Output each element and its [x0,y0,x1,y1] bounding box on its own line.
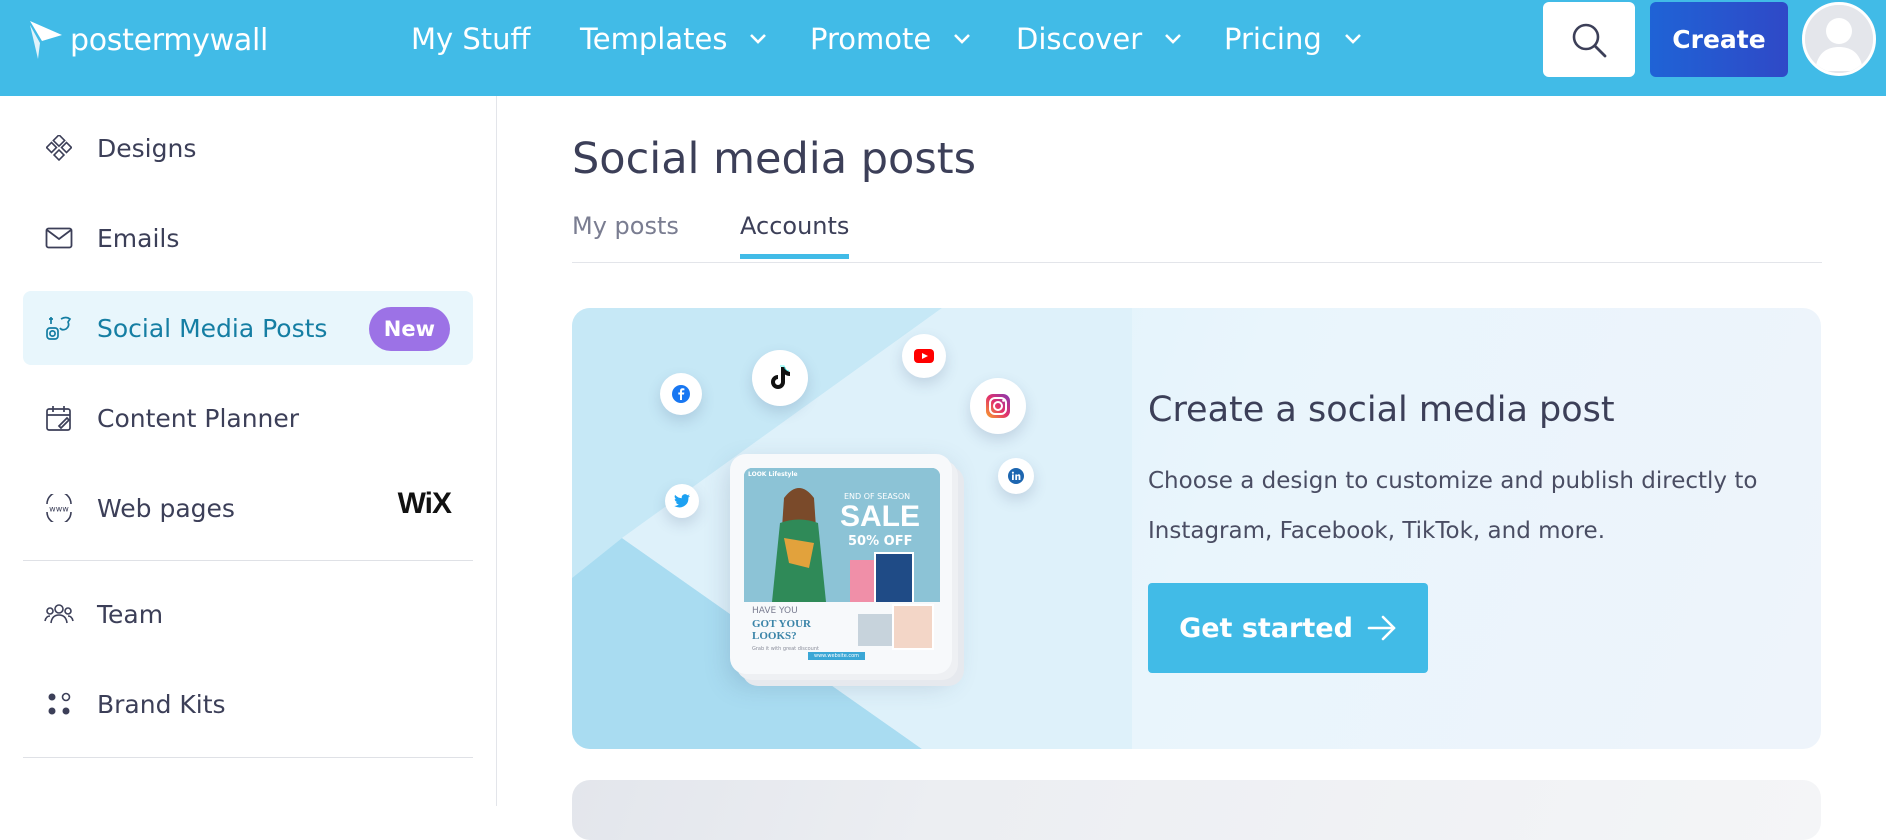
team-icon [44,599,74,629]
sidebar-item-emails[interactable]: Emails [23,201,473,275]
get-started-label: Get started [1179,612,1353,644]
sidebar: Designs Emails Social Media Posts New Co… [0,96,497,806]
www-icon: www [44,493,74,523]
facebook-icon [672,385,690,403]
nav-my-stuff[interactable]: My Stuff [411,0,531,78]
get-started-button[interactable]: Get started [1148,583,1428,673]
sidebar-item-content-planner[interactable]: Content Planner [23,381,473,455]
search-icon [1572,23,1607,57]
poster-url: www.website.com [808,652,866,660]
linkedin-bubble [998,458,1034,494]
linkedin-icon [1008,468,1024,484]
tab-accounts[interactable]: Accounts [740,212,850,259]
nav-templates[interactable]: Templates [580,0,767,78]
nav-templates-label: Templates [580,22,728,56]
poster-thumb [874,552,914,602]
instagram-icon [986,394,1010,418]
poster-thumb [892,604,934,650]
logo-text: postermywall [70,22,269,58]
chevron-down-icon [750,34,767,44]
sidebar-item-web-pages[interactable]: www Web pages WiX [23,471,473,545]
brand-kits-icon [44,689,74,719]
sidebar-item-designs[interactable]: Designs [23,111,473,185]
sidebar-item-social-media-posts[interactable]: Social Media Posts New [23,291,473,365]
nav-my-stuff-label: My Stuff [411,22,531,56]
poster-brand: LOOK Lifestyle [748,471,798,478]
poster-subhead-2: GOT YOUR LOOKS? [752,618,811,642]
sidebar-divider [23,560,473,561]
tiktok-icon [771,365,790,389]
create-post-hero: LOOK Lifestyle END OF SEASON SALE 50% OF… [572,308,1821,749]
search-button[interactable] [1543,2,1635,77]
twitter-bubble [665,484,699,518]
top-navbar: postermywall My Stuff Templates Promote … [0,0,1886,96]
sidebar-item-label: Content Planner [97,403,300,433]
sidebar-divider [23,757,473,758]
sidebar-item-label: Brand Kits [97,689,226,719]
wix-logo: WiX [397,487,452,520]
nav-promote-label: Promote [810,22,932,56]
sidebar-item-team[interactable]: Team [23,577,473,651]
calendar-icon [44,403,74,433]
sidebar-item-label: Social Media Posts [97,313,328,343]
facebook-bubble [660,373,702,415]
hero-description: Choose a design to customize and publish… [1148,468,1758,544]
sidebar-item-label: Designs [97,133,197,163]
chevron-down-icon [1165,34,1182,44]
tab-my-posts[interactable]: My posts [572,212,679,254]
poster-illustration: LOOK Lifestyle END OF SEASON SALE 50% OF… [730,454,952,674]
social-icon [44,313,74,343]
sidebar-item-label: Team [97,599,164,629]
nav-pricing-label: Pricing [1224,22,1322,56]
new-badge: New [368,307,450,351]
youtube-bubble [902,334,946,378]
nav-discover[interactable]: Discover [1016,0,1182,78]
sidebar-item-brand-kits[interactable]: Brand Kits [23,667,473,741]
svg-text:www: www [49,505,69,514]
poster-thumb [858,614,892,646]
arrow-right-icon [1367,615,1396,641]
postermywall-logo-icon [30,21,62,59]
envelope-icon [44,223,74,253]
tiktok-bubble [752,350,808,406]
twitter-icon [674,494,690,508]
tab-bar: My posts Accounts [572,212,1822,263]
poster-photo: LOOK Lifestyle END OF SEASON SALE 50% OF… [744,468,940,602]
poster-subhead-1: HAVE YOU [752,606,798,616]
chevron-down-icon [1344,34,1361,44]
designs-icon [44,133,74,163]
avatar[interactable] [1802,2,1876,76]
nav-discover-label: Discover [1016,22,1143,56]
secondary-card [572,780,1821,840]
nav-pricing[interactable]: Pricing [1224,0,1362,78]
hero-title: Create a social media post [1148,390,1615,430]
create-button[interactable]: Create [1650,2,1788,77]
sidebar-item-label: Web pages [97,493,235,523]
youtube-icon [914,349,934,363]
chevron-down-icon [954,34,971,44]
nav-promote[interactable]: Promote [810,0,971,78]
logo[interactable]: postermywall [28,18,268,62]
poster-headline: SALE [840,500,921,533]
sidebar-item-label: Emails [97,223,180,253]
page-title: Social media posts [572,134,977,184]
user-avatar-icon [1805,5,1873,73]
instagram-bubble [970,378,1026,434]
poster-discount: 50% OFF [848,534,913,549]
